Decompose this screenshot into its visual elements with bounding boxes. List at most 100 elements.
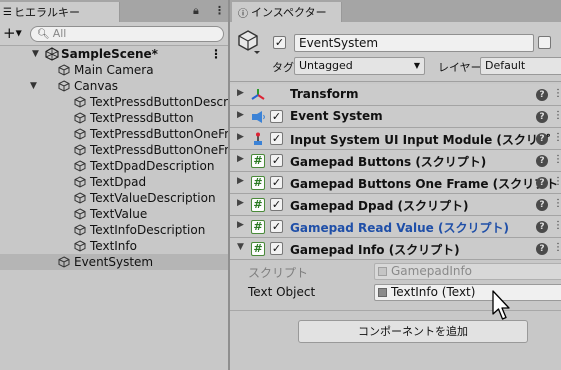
gameobject-icon <box>58 80 70 92</box>
component-header[interactable]: ▶ # ✓ Gamepad Buttons (スクリプト)? ⋮ <box>230 150 561 172</box>
component-header[interactable]: ▼ # ✓ Gamepad Info (スクリプト)? ⋮ <box>230 238 561 260</box>
expand-arrow-icon[interactable]: ▶ <box>237 154 244 164</box>
expand-arrow-icon[interactable]: ▶ <box>237 220 244 230</box>
expand-arrow-icon[interactable]: ▼ <box>32 46 39 62</box>
component-title: Input System UI Input Module (スクリプ <box>290 133 550 147</box>
gameobject-icon <box>74 160 86 172</box>
component-enabled-checkbox[interactable]: ✓ <box>270 176 283 189</box>
hierarchy-item-label: TextInfo <box>90 239 137 253</box>
component-title: Gamepad Buttons (スクリプト) <box>290 155 487 169</box>
expand-arrow-icon[interactable]: ▶ <box>237 110 244 120</box>
static-checkbox[interactable] <box>538 36 551 49</box>
help-icon[interactable]: ? <box>536 111 548 123</box>
script-label: スクリプト <box>248 266 309 280</box>
tag-value: Untagged <box>299 59 353 72</box>
help-icon[interactable]: ? <box>536 133 548 145</box>
component-menu-icon[interactable]: ⋮ <box>553 132 561 143</box>
script-icon: # <box>251 198 265 212</box>
component-header[interactable]: ▶ # ✓ Gamepad Buttons One Frame (スクリプト? ⋮ <box>230 172 561 194</box>
component-header[interactable]: ▶ Transform? ⋮ <box>230 84 561 106</box>
hierarchy-item-label: TextDpadDescription <box>90 159 215 173</box>
hierarchy-item-label: TextInfoDescription <box>90 223 206 237</box>
gameobject-icon <box>74 224 86 236</box>
component-header[interactable]: ▶ # ✓ Gamepad Read Value (スクリプト)? ⋮ <box>230 216 561 238</box>
help-icon[interactable]: ? <box>536 177 548 189</box>
list-icon: ☰ <box>3 6 12 18</box>
expand-arrow-icon[interactable]: ▼ <box>30 78 37 94</box>
help-icon[interactable]: ? <box>536 243 548 255</box>
text-object-field[interactable]: TextInfo (Text) <box>374 284 561 301</box>
component-enabled-checkbox[interactable]: ✓ <box>270 242 283 255</box>
tag-dropdown[interactable]: Untagged ▼ <box>294 57 425 75</box>
gameobject-icon <box>74 112 86 124</box>
expand-arrow-icon[interactable]: ▶ <box>237 88 244 98</box>
component-enabled-checkbox[interactable]: ✓ <box>270 132 283 145</box>
component-menu-icon[interactable]: ⋮ <box>553 220 561 231</box>
hierarchy-item[interactable]: Main Camera <box>0 62 228 78</box>
expand-arrow-icon[interactable]: ▶ <box>237 176 244 186</box>
hierarchy-item[interactable]: ▼ Canvas <box>0 78 228 94</box>
hierarchy-item[interactable]: TextInfoDescription <box>0 222 228 238</box>
expand-arrow-icon[interactable]: ▶ <box>237 198 244 208</box>
scene-menu-icon[interactable]: ⋮ <box>210 46 222 62</box>
kebab-menu-icon[interactable]: ⋮ <box>214 4 225 17</box>
component-menu-icon[interactable]: ⋮ <box>553 154 561 165</box>
component-menu-icon[interactable]: ⋮ <box>553 242 561 253</box>
component-enabled-checkbox[interactable]: ✓ <box>270 110 283 123</box>
search-icon: 🔍︎ <box>37 29 50 40</box>
hierarchy-item[interactable]: TextPressdButtonOneFr <box>0 142 228 158</box>
hierarchy-tab[interactable]: ☰ ヒエラルキー <box>0 2 120 22</box>
add-component-button[interactable]: コンポーネントを追加 <box>298 320 528 343</box>
component-enabled-checkbox[interactable]: ✓ <box>270 198 283 211</box>
hierarchy-item-label: Canvas <box>74 79 119 93</box>
gameobject-icon <box>74 240 86 252</box>
hierarchy-item[interactable]: TextPressdButtonOneFr <box>0 126 228 142</box>
help-icon[interactable]: ? <box>536 199 548 211</box>
scene-row[interactable]: ▼ SampleScene* ⋮ <box>0 46 228 62</box>
component-enabled-checkbox[interactable]: ✓ <box>270 220 283 233</box>
hierarchy-tab-bar: ☰ ヒエラルキー 🔒︎ ⋮ <box>0 0 228 22</box>
gameobject-cube-icon[interactable] <box>236 28 260 54</box>
script-field: GamepadInfo <box>374 263 561 280</box>
hierarchy-item[interactable]: TextPressdButton <box>0 110 228 126</box>
lock-icon[interactable]: 🔒︎ <box>193 4 199 18</box>
hierarchy-item[interactable]: EventSystem <box>0 254 228 270</box>
component-header[interactable]: ▶ # ✓ Gamepad Dpad (スクリプト)? ⋮ <box>230 194 561 216</box>
inspector-tab[interactable]: ⓘ インスペクター <box>232 2 342 22</box>
hierarchy-item[interactable]: TextDpad <box>0 174 228 190</box>
add-object-button[interactable]: +▼ <box>3 25 22 42</box>
unity-scene-icon <box>45 47 59 61</box>
expand-arrow-icon[interactable]: ▶ <box>237 132 244 142</box>
text-object-label: Text Object <box>248 285 316 299</box>
gameobject-icon <box>74 192 86 204</box>
hierarchy-item[interactable]: TextDpadDescription <box>0 158 228 174</box>
hierarchy-item[interactable]: TextValue <box>0 206 228 222</box>
input-module-icon <box>251 132 265 146</box>
component-menu-icon[interactable]: ⋮ <box>553 110 561 121</box>
object-name-field[interactable]: EventSystem <box>294 34 534 52</box>
collapse-arrow-icon[interactable]: ▼ <box>237 242 244 252</box>
component-header[interactable]: ▶ ✓ Input System UI Input Module (スクリプ? ⋮ <box>230 128 561 150</box>
hierarchy-item[interactable]: TextInfo <box>0 238 228 254</box>
hierarchy-search-input[interactable]: 🔍︎ All <box>30 26 224 42</box>
active-checkbox[interactable]: ✓ <box>273 36 286 49</box>
scene-name: SampleScene* <box>61 47 158 61</box>
component-title: Gamepad Info (スクリプト) <box>290 243 460 257</box>
help-icon[interactable]: ? <box>536 221 548 233</box>
component-enabled-checkbox[interactable]: ✓ <box>270 154 283 167</box>
component-menu-icon[interactable]: ⋮ <box>553 198 561 209</box>
search-placeholder: All <box>52 27 67 40</box>
hierarchy-item[interactable]: TextPressdButtonDescri <box>0 94 228 110</box>
layer-value: Default <box>485 59 526 72</box>
layer-dropdown[interactable]: Default <box>480 57 561 75</box>
inspector-panel: ⓘ インスペクター ✓ EventSystem タグ Untagged ▼ レイ… <box>230 0 561 370</box>
hierarchy-item[interactable]: TextValueDescription <box>0 190 228 206</box>
help-icon[interactable]: ? <box>536 89 548 101</box>
gameobject-icon <box>74 208 86 220</box>
component-header[interactable]: ▶ ✓ Event System? ⋮ <box>230 106 561 128</box>
inspector-tab-label: インスペクター <box>251 6 327 19</box>
component-menu-icon[interactable]: ⋮ <box>553 176 561 187</box>
help-icon[interactable]: ? <box>536 155 548 167</box>
component-menu-icon[interactable]: ⋮ <box>553 88 561 99</box>
component-title: Transform <box>290 87 359 101</box>
